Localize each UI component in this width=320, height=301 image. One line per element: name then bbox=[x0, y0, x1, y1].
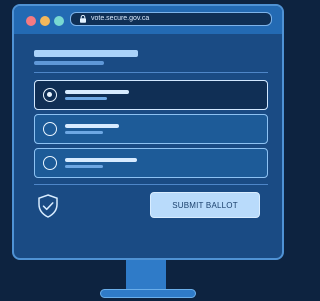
minimize-window-button[interactable] bbox=[40, 16, 50, 26]
shield-check-icon bbox=[38, 194, 58, 218]
submit-ballot-button[interactable]: SUBMIT BALLOT bbox=[150, 192, 260, 218]
option-label-placeholder bbox=[65, 158, 137, 162]
ballot-option-3[interactable] bbox=[34, 148, 268, 178]
ballot-option-2[interactable] bbox=[34, 114, 268, 144]
option-label-placeholder bbox=[65, 90, 129, 94]
monitor-stand-neck bbox=[126, 260, 166, 290]
monitor-stand-base bbox=[100, 289, 196, 298]
ballot-title-placeholder bbox=[34, 50, 138, 57]
maximize-window-button[interactable] bbox=[54, 16, 64, 26]
bottom-divider bbox=[34, 184, 268, 185]
ballot-option-1[interactable] bbox=[34, 80, 268, 110]
option-sublabel-placeholder bbox=[65, 131, 103, 134]
voting-screen: vote.secure.gov.ca SUBMIT BALLOT bbox=[12, 4, 284, 260]
top-divider bbox=[34, 72, 268, 73]
selected-radio-dot bbox=[47, 92, 52, 97]
browser-toolbar: vote.secure.gov.ca bbox=[14, 6, 282, 34]
url-text: vote.secure.gov.ca bbox=[91, 15, 150, 22]
ballot-content: SUBMIT BALLOT bbox=[14, 34, 282, 258]
address-bar[interactable]: vote.secure.gov.ca bbox=[70, 12, 272, 26]
radio-button[interactable] bbox=[43, 156, 57, 170]
selected-radio-button[interactable] bbox=[43, 88, 57, 102]
option-label-placeholder bbox=[65, 124, 119, 128]
radio-button[interactable] bbox=[43, 122, 57, 136]
lock-icon bbox=[80, 15, 86, 23]
close-window-button[interactable] bbox=[26, 16, 36, 26]
option-sublabel-placeholder bbox=[65, 165, 103, 168]
ballot-subtitle-placeholder bbox=[34, 61, 104, 65]
option-sublabel-placeholder bbox=[65, 97, 107, 100]
